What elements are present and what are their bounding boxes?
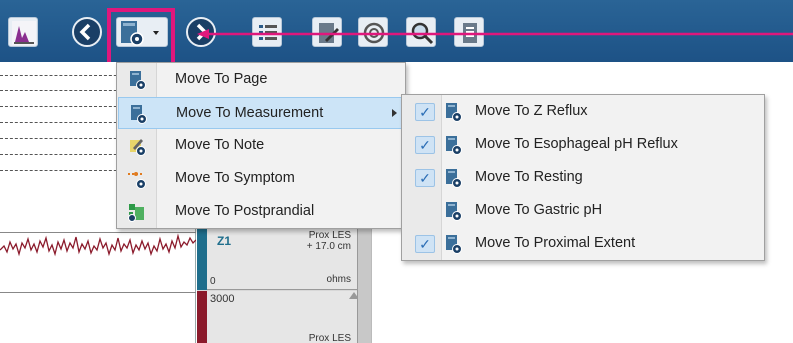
scale-max: 3000	[210, 293, 235, 305]
channel-offset: + 17.0 cm	[306, 241, 351, 252]
symptom-icon	[128, 172, 146, 189]
postprandial-icon	[128, 204, 144, 222]
app-logo-icon[interactable]	[8, 17, 38, 47]
submenu-item-gastric-ph[interactable]: Move To Gastric pH	[403, 195, 763, 227]
check-icon: ✓	[415, 169, 435, 187]
scale-unit: ohms	[326, 274, 351, 285]
submenu-item-label: Move To Proximal Extent	[475, 235, 636, 251]
submenu-item-z-reflux[interactable]: ✓ Move To Z Reflux	[403, 96, 763, 128]
submenu-item-label: Move To Esophageal pH Reflux	[475, 136, 678, 152]
channel-name: Z1	[217, 234, 232, 248]
menu-item-label: Move To Postprandial	[175, 203, 315, 219]
impedance-waveform	[0, 233, 196, 257]
check-icon: ✓	[415, 103, 435, 121]
check-icon: ✓	[415, 136, 435, 154]
submenu-item-label: Move To Resting	[475, 169, 583, 185]
menu-item-move-to-postprandial[interactable]: Move To Postprandial	[118, 196, 404, 228]
submenu-item-label: Move To Gastric pH	[475, 202, 603, 218]
measurement-icon	[446, 202, 462, 221]
menu-item-move-to-measurement[interactable]: Move To Measurement	[118, 97, 404, 129]
measurement-icon	[446, 169, 462, 188]
pane-divider	[0, 292, 196, 293]
submenu-item-proximal-extent[interactable]: ✓ Move To Proximal Extent	[403, 228, 763, 260]
menu-item-label: Move To Symptom	[175, 170, 295, 186]
submenu-item-esophageal-ph-reflux[interactable]: ✓ Move To Esophageal pH Reflux	[403, 129, 763, 161]
measurement-icon	[446, 103, 462, 122]
back-arrow-icon[interactable]	[72, 17, 102, 47]
menu-item-move-to-page[interactable]: Move To Page	[118, 64, 404, 96]
measurement-icon	[446, 235, 462, 254]
menu-item-label: Move To Measurement	[176, 105, 324, 121]
channel-location: Prox LES	[308, 230, 351, 241]
measurement-icon	[131, 105, 147, 124]
move-to-menu: Move To Page Move To Measurement Move To…	[116, 62, 406, 229]
channel-z2-box[interactable]: 3000 Prox LES	[207, 291, 357, 343]
channel-z1-box[interactable]: Z1 Prox LES + 17.0 cm 0 ohms	[207, 222, 357, 290]
scale-min: 0	[210, 276, 216, 287]
menu-item-move-to-symptom[interactable]: Move To Symptom	[118, 163, 404, 195]
highlight-frame	[107, 8, 175, 66]
menu-item-label: Move To Page	[175, 71, 268, 87]
menu-item-label: Move To Note	[175, 137, 265, 153]
measurement-submenu: ✓ Move To Z Reflux ✓ Move To Esophageal …	[401, 94, 765, 261]
note-icon	[130, 139, 146, 156]
channel-color-strip	[197, 222, 207, 290]
menu-item-move-to-note[interactable]: Move To Note	[118, 130, 404, 162]
submenu-item-label: Move To Z Reflux	[475, 103, 588, 119]
channel-color-strip	[197, 291, 207, 343]
page-icon	[130, 71, 146, 90]
submenu-arrow-icon	[392, 109, 397, 117]
submenu-item-resting[interactable]: ✓ Move To Resting	[403, 162, 763, 194]
annotation-arrow	[197, 29, 793, 39]
channel-location: Prox LES	[308, 333, 351, 343]
measurement-icon	[446, 136, 462, 155]
check-icon: ✓	[415, 235, 435, 253]
